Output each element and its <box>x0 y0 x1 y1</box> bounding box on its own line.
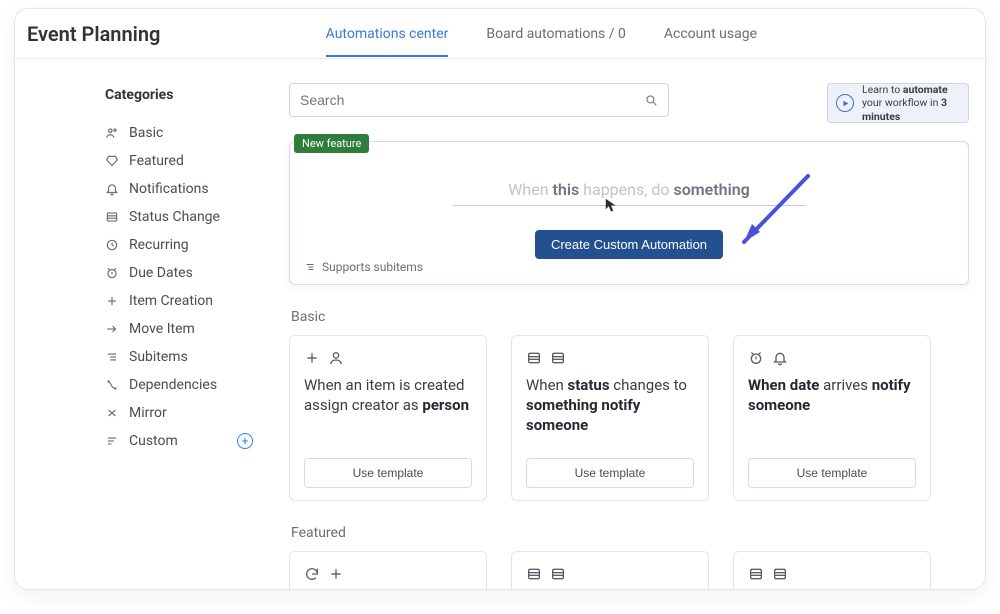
supports-subitems-note: Supports subitems <box>304 260 423 274</box>
add-custom-button[interactable]: + <box>237 433 253 449</box>
bell-icon <box>105 182 119 196</box>
sidebar-item-label: Subitems <box>129 349 188 365</box>
use-template-button[interactable]: Use template <box>304 458 472 488</box>
alarm-icon <box>748 350 764 366</box>
arrow-right-icon <box>105 322 119 336</box>
sidebar-item-label: Dependencies <box>129 377 217 393</box>
main-panel: Learn to automate your workflow in 3 min… <box>275 59 985 589</box>
sidebar-item-label: Due Dates <box>129 265 193 281</box>
alarm-icon <box>105 266 119 280</box>
sidebar-item-due-dates[interactable]: Due Dates <box>101 259 263 287</box>
learn-text: Learn to automate your workflow in 3 min… <box>862 83 960 122</box>
search-input[interactable] <box>300 92 644 108</box>
sidebar-item-mirror[interactable]: Mirror <box>101 399 263 427</box>
learn-banner[interactable]: Learn to automate your workflow in 3 min… <box>827 83 969 123</box>
card-icons <box>304 350 472 366</box>
hero-sentence: When this happens, do something <box>306 180 952 199</box>
sidebar-item-custom[interactable]: Custom + <box>101 427 263 455</box>
tab-bar: Automations center Board automations / 0… <box>326 11 757 56</box>
list-icon <box>772 566 788 582</box>
create-custom-automation-button[interactable]: Create Custom Automation <box>535 230 723 259</box>
sidebar: Categories Basic Featured Notifications … <box>15 59 275 589</box>
search-input-wrapper[interactable] <box>289 83 669 117</box>
subitems-icon <box>105 350 119 364</box>
list-icon <box>748 566 764 582</box>
mouse-cursor-icon <box>605 198 617 213</box>
card-description: When date arrives notify someone <box>748 376 916 416</box>
sidebar-item-label: Recurring <box>129 237 189 253</box>
recur-icon <box>105 238 119 252</box>
list-icon <box>105 210 119 224</box>
dependencies-icon <box>105 378 119 392</box>
app-window: Event Planning Automations center Board … <box>14 8 986 590</box>
person-icon <box>105 126 119 140</box>
card-description: When an item is created assign creator a… <box>304 376 472 416</box>
section-heading-featured: Featured <box>291 525 969 541</box>
sidebar-item-label: Notifications <box>129 181 209 197</box>
sidebar-item-featured[interactable]: Featured <box>101 147 263 175</box>
custom-automation-hero: New feature When this happens, do someth… <box>289 141 969 285</box>
template-card: When an item is created assign creator a… <box>289 335 487 501</box>
use-template-button[interactable]: Use template <box>748 458 916 488</box>
template-card: When date arrives notify someone Use tem… <box>733 335 931 501</box>
template-card: When status changes to something notify … <box>511 335 709 501</box>
plus-icon <box>304 350 320 366</box>
list-icon <box>550 350 566 366</box>
refresh-icon <box>304 566 320 582</box>
sidebar-item-item-creation[interactable]: Item Creation <box>101 287 263 315</box>
mirror-icon <box>105 406 119 420</box>
sidebar-heading: Categories <box>101 87 263 103</box>
sidebar-item-dependencies[interactable]: Dependencies <box>101 371 263 399</box>
basic-cards: When an item is created assign creator a… <box>289 335 969 501</box>
use-template-button[interactable]: Use template <box>526 458 694 488</box>
tab-automations-center[interactable]: Automations center <box>326 11 449 57</box>
sidebar-item-recurring[interactable]: Recurring <box>101 231 263 259</box>
plus-icon <box>328 566 344 582</box>
content: Categories Basic Featured Notifications … <box>15 59 985 589</box>
sidebar-item-label: Custom <box>129 433 178 449</box>
bell-icon <box>772 350 788 366</box>
custom-icon <box>105 434 119 448</box>
featured-cards <box>289 551 969 589</box>
sidebar-item-move-item[interactable]: Move Item <box>101 315 263 343</box>
section-heading-basic: Basic <box>291 309 969 325</box>
template-card <box>733 551 931 589</box>
new-feature-badge: New feature <box>294 134 369 153</box>
tab-account-usage[interactable]: Account usage <box>664 11 757 56</box>
sidebar-item-label: Mirror <box>129 405 167 421</box>
sidebar-item-label: Status Change <box>129 209 220 225</box>
sidebar-item-label: Featured <box>129 153 184 169</box>
top-row: Learn to automate your workflow in 3 min… <box>289 83 969 123</box>
plus-icon <box>105 294 119 308</box>
sidebar-item-subitems[interactable]: Subitems <box>101 343 263 371</box>
sidebar-item-label: Item Creation <box>129 293 213 309</box>
search-icon <box>644 93 658 107</box>
list-icon <box>550 566 566 582</box>
page-title: Event Planning <box>27 22 160 46</box>
template-card <box>289 551 487 589</box>
person-icon <box>328 350 344 366</box>
card-description: When status changes to something notify … <box>526 376 694 435</box>
list-icon <box>526 350 542 366</box>
subitems-icon <box>304 261 316 273</box>
list-icon <box>526 566 542 582</box>
diamond-icon <box>105 154 119 168</box>
sidebar-item-label: Move Item <box>129 321 195 337</box>
card-icons <box>526 350 694 366</box>
card-icons <box>748 350 916 366</box>
hero-underline <box>453 205 805 206</box>
play-icon <box>836 94 854 112</box>
template-card <box>511 551 709 589</box>
sidebar-item-basic[interactable]: Basic <box>101 119 263 147</box>
top-bar: Event Planning Automations center Board … <box>15 9 985 59</box>
sidebar-item-label: Basic <box>129 125 163 141</box>
sidebar-item-notifications[interactable]: Notifications <box>101 175 263 203</box>
sidebar-item-status-change[interactable]: Status Change <box>101 203 263 231</box>
tab-board-automations[interactable]: Board automations / 0 <box>486 11 625 56</box>
